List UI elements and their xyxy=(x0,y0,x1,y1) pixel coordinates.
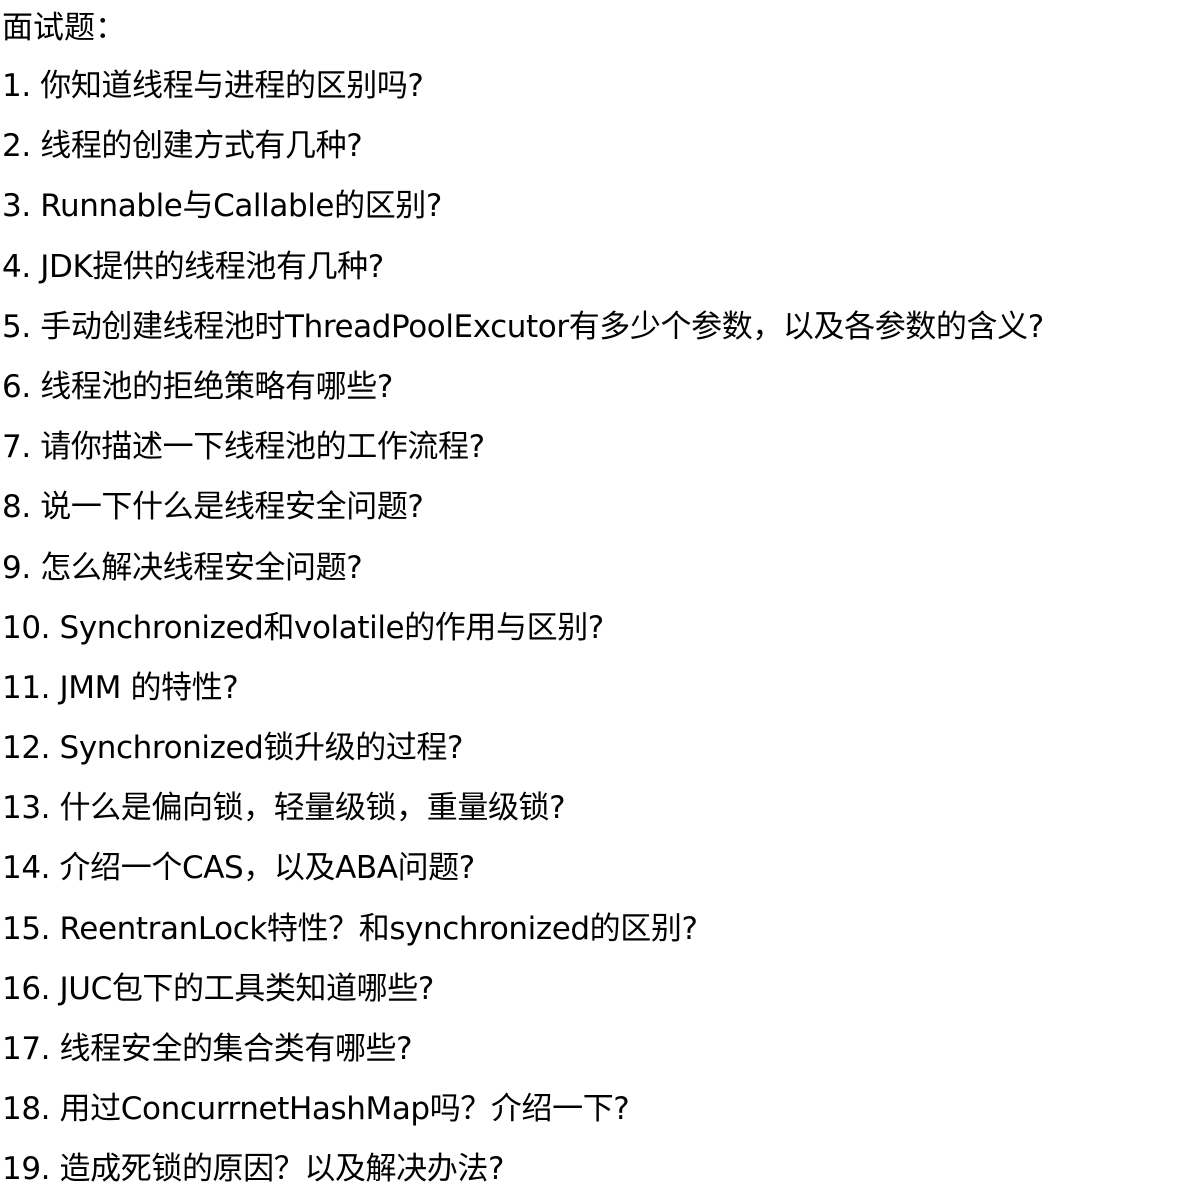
question-item: 8. 说一下什么是线程安全问题? xyxy=(2,489,424,526)
question-item: 3. Runnable与Callable的区别? xyxy=(2,188,442,225)
question-item: 19. 造成死锁的原因？以及解决办法? xyxy=(2,1151,505,1188)
question-item: 12. Synchronized锁升级的过程? xyxy=(2,730,464,767)
question-item: 14. 介绍一个CAS，以及ABA问题? xyxy=(2,850,475,887)
question-item: 18. 用过ConcurrnetHashMap吗？介绍一下? xyxy=(2,1091,630,1128)
question-item: 9. 怎么解决线程安全问题? xyxy=(2,549,363,586)
question-item: 17. 线程安全的集合类有哪些? xyxy=(2,1031,413,1067)
question-item: 13. 什么是偏向锁，轻量级锁，重量级锁? xyxy=(2,790,566,827)
question-item: 15. ReentranLock特性？和synchronized的区别? xyxy=(2,910,698,947)
question-item: 4. JDK提供的线程池有几种? xyxy=(2,248,384,285)
question-item: 1. 你知道线程与进程的区别吗? xyxy=(2,68,424,104)
question-list: 1. 你知道线程与进程的区别吗? 2. 线程的创建方式有几种? 3. Runna… xyxy=(2,56,1200,1200)
question-item: 7. 请你描述一下线程池的工作流程? xyxy=(2,429,485,466)
document-title: 面试题： xyxy=(2,10,126,46)
question-item: 2. 线程的创建方式有几种? xyxy=(2,128,363,165)
question-item: 11. JMM 的特性? xyxy=(2,669,239,706)
document: 面试题： 1. 你知道线程与进程的区别吗? 2. 线程的创建方式有几种? 3. … xyxy=(2,0,1200,1200)
question-item: 5. 手动创建线程池时ThreadPoolExcutor有多少个参数，以及各参数… xyxy=(2,308,1044,345)
question-item: 6. 线程池的拒绝策略有哪些? xyxy=(2,368,393,405)
question-item: 10. Synchronized和volatile的作用与区别? xyxy=(2,609,604,646)
question-item: 16. JUC包下的工具类知道哪些? xyxy=(2,970,434,1007)
